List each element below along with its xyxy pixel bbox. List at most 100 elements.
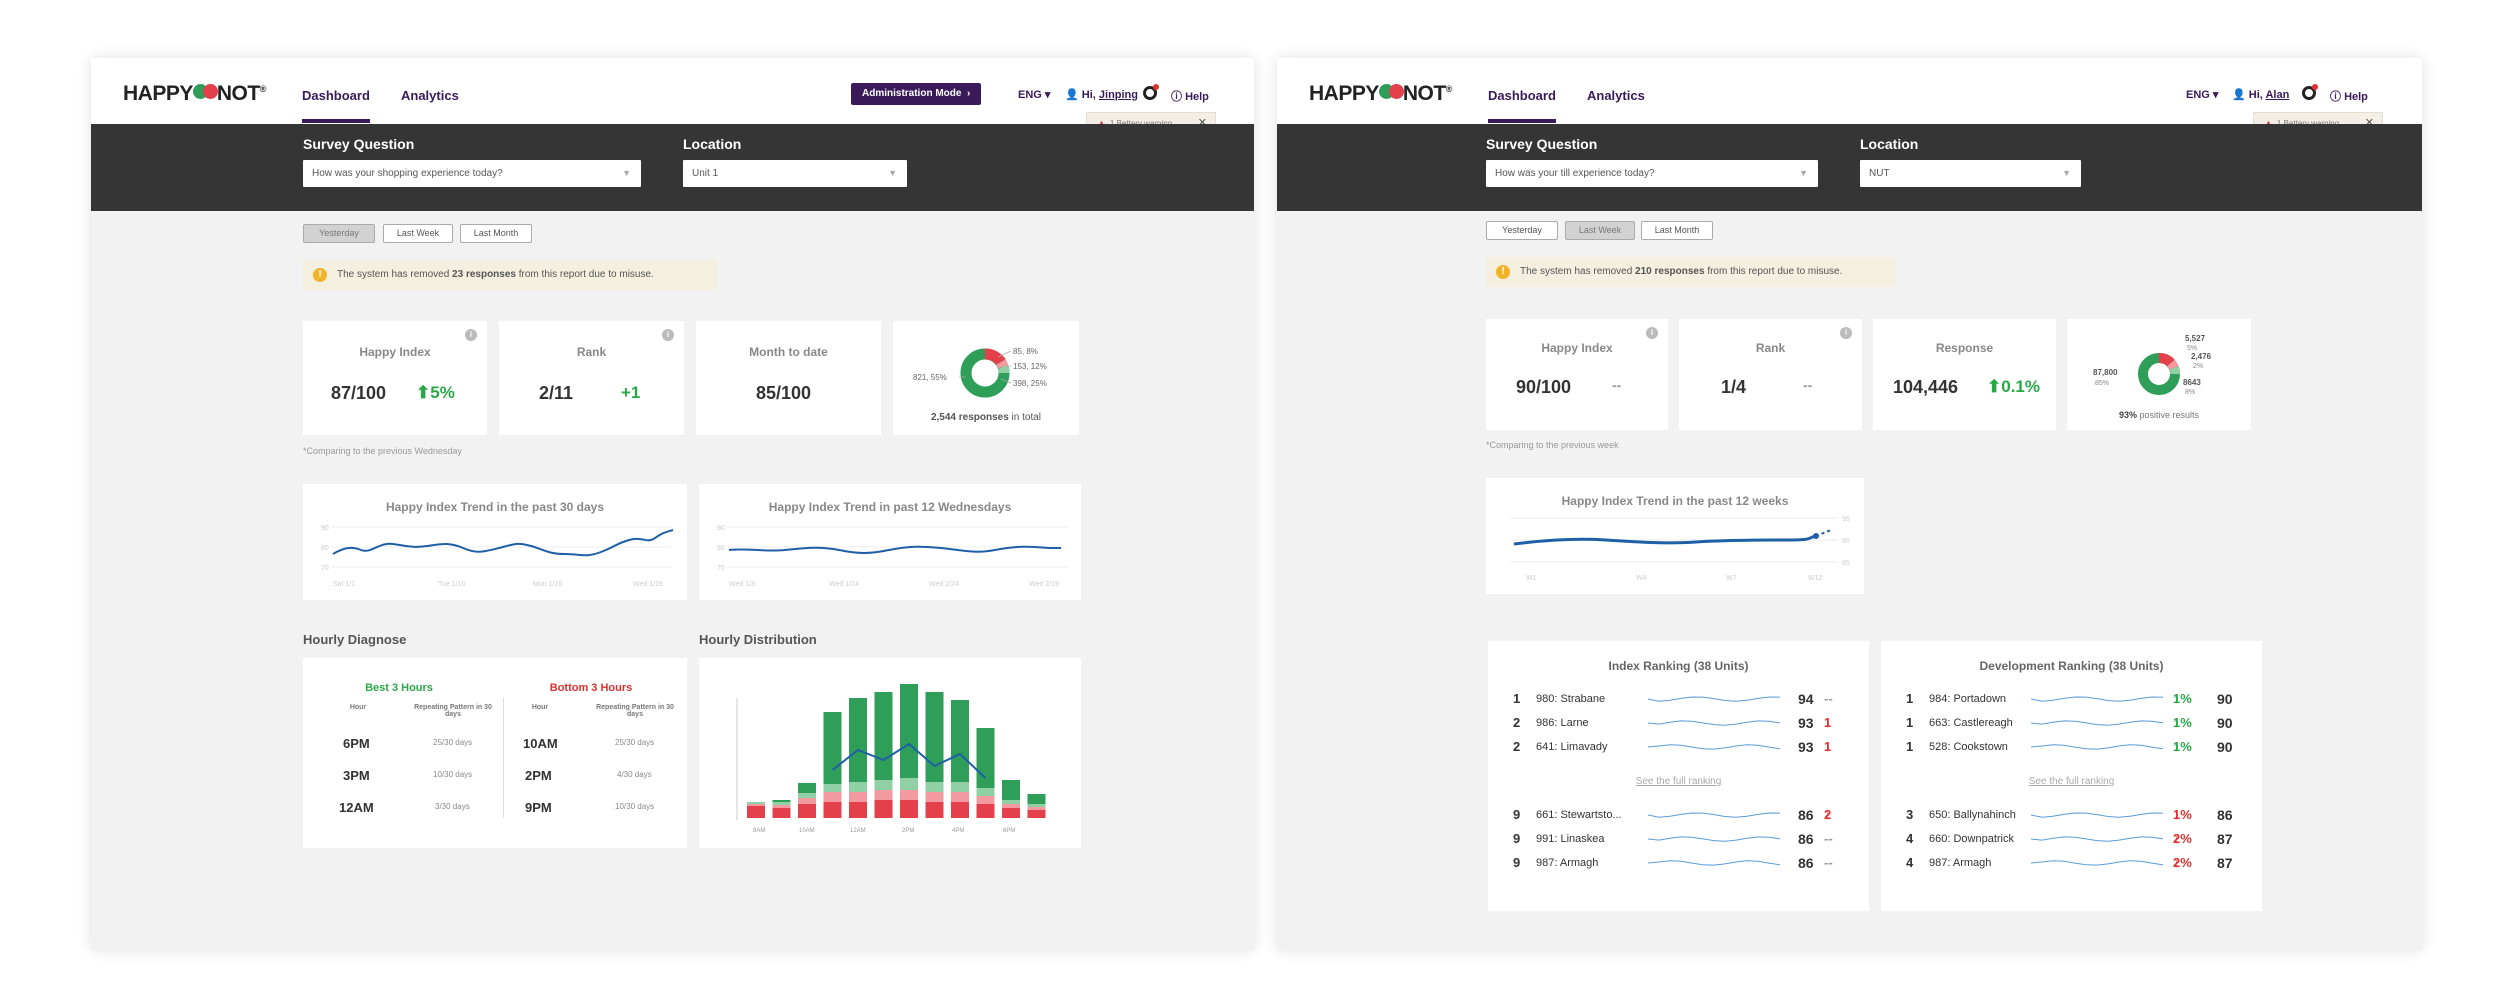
x-tick: 6PM [1003, 828, 1015, 834]
card-title: Rank [576, 345, 607, 359]
rank-position: 1 [1906, 715, 1914, 730]
period-yesterday[interactable]: Yesterday [303, 224, 375, 243]
sparkline-wrap [1647, 741, 1782, 756]
help-label: Help [1185, 91, 1209, 103]
help-icon: ⓘ [2330, 91, 2341, 103]
notice-count: 23 responses [452, 269, 516, 280]
period-last-week[interactable]: Last Week [383, 224, 453, 243]
ranking-row[interactable]: 2 641: Limavady 93 ↓ 1 [1488, 739, 1869, 761]
info-icon[interactable]: i [662, 329, 674, 341]
period-last-month[interactable]: Last Month [460, 224, 532, 243]
tab-dashboard[interactable]: Dashboard [1488, 88, 1556, 123]
bar-segment [951, 792, 969, 802]
happy-index-value: 87/100 [331, 383, 387, 403]
location-select[interactable]: Unit 1 ▼ [683, 160, 907, 187]
donut-label: 2,476 [2191, 352, 2212, 361]
chevron-down-icon: ▼ [2062, 168, 2071, 178]
see-full-ranking-link[interactable]: See the full ranking [1881, 776, 2262, 787]
donut-segment-slightly-negative [996, 359, 1009, 369]
survey-question-select[interactable]: How was your shopping experience today? ▼ [303, 160, 641, 187]
language-selector[interactable]: ENG ▾ [1018, 88, 1050, 101]
change-value: 5% [430, 383, 455, 402]
ranking-row[interactable]: 4 987: Armagh ↓ 2% 87 [1881, 855, 2262, 877]
help-link[interactable]: ⓘ Help [2330, 88, 2368, 104]
x-tick: Mon 1/16 [533, 581, 562, 588]
x-tick: 12AM [850, 828, 866, 834]
ranking-row[interactable]: 9 987: Armagh 86 -- [1488, 855, 1869, 877]
x-tick: Wed 1/19 [633, 581, 663, 588]
rank-change: -- [1824, 691, 1833, 706]
sparkline-wrap [2030, 693, 2165, 708]
bar-segment [874, 790, 893, 800]
bar-segment [925, 792, 944, 802]
info-icon[interactable]: i [1646, 327, 1658, 339]
administration-mode-button[interactable]: Administration Mode › [851, 83, 982, 105]
info-icon[interactable]: i [1840, 327, 1852, 339]
unit-name: 641: Limavady [1536, 741, 1608, 753]
donut-label: 8643 [2183, 378, 2201, 387]
sparkline-wrap [2030, 809, 2165, 824]
x-tick: Wed 2/19 [1029, 581, 1059, 588]
bar-segment [900, 800, 918, 818]
sparkline-wrap [1647, 717, 1782, 732]
sparkline [1647, 696, 1781, 702]
period-yesterday[interactable]: Yesterday [1486, 221, 1558, 240]
ranking-row[interactable]: 9 661: Stewartsto... 86 ↓ 2 [1488, 807, 1869, 829]
donut-label: 85% [2095, 380, 2109, 387]
unit-name: 984: Portadown [1929, 693, 2007, 705]
ranking-row[interactable]: 1 980: Strabane 94 -- [1488, 691, 1869, 713]
user-menu[interactable]: 👤 Hi, Alan [2232, 88, 2289, 101]
sparkline-wrap [1647, 809, 1782, 824]
tab-dashboard[interactable]: Dashboard [302, 88, 370, 123]
ranking-row[interactable]: 2 986: Larne 93 ↓ 1 [1488, 715, 1869, 737]
happy-or-not-logo[interactable]: HAPPY NOT® [123, 82, 266, 106]
user-menu[interactable]: 👤 Hi, Jinping [1065, 88, 1138, 101]
ranking-row[interactable]: 9 991: Linaskea 86 -- [1488, 831, 1869, 853]
tab-analytics[interactable]: Analytics [1587, 88, 1645, 103]
happy-index-card: Happy Index i 87/100 ⬆5% [303, 321, 487, 435]
pattern-value: 25/30 days [433, 738, 473, 747]
tab-analytics[interactable]: Analytics [401, 88, 459, 103]
info-icon[interactable]: i [465, 329, 477, 341]
notification-icon[interactable] [2302, 84, 2318, 100]
donut-label: 398, 25% [1013, 379, 1047, 388]
ranking-row[interactable]: 1 528: Cookstown ↑ 1% 90 [1881, 739, 2262, 761]
ranking-row[interactable]: 3 650: Ballynahinch ↓ 1% 86 [1881, 807, 2262, 829]
bar-segment [849, 698, 867, 782]
pattern-value: 25/30 days [615, 738, 655, 747]
sparkline-wrap [1647, 857, 1782, 872]
hourly-distribution-heading: Hourly Distribution [699, 632, 817, 647]
donut-label: 821, 55% [913, 373, 947, 382]
hour-value: 6PM [343, 736, 370, 751]
y-tick: 90 [1842, 538, 1850, 545]
pattern-value: 3/30 days [435, 802, 470, 811]
rank-change: -- [1803, 377, 1813, 393]
bar-segment [747, 802, 765, 804]
sparkline [1647, 720, 1781, 726]
location-value: NUT [1869, 168, 1890, 179]
bar-segment [925, 802, 944, 818]
bar-segment [849, 782, 867, 792]
survey-question-select[interactable]: How was your till experience today? ▼ [1486, 160, 1818, 187]
language-selector[interactable]: ENG ▾ [2186, 88, 2218, 101]
donut-segment-slightly-positive [2169, 366, 2180, 375]
notification-icon[interactable] [1143, 84, 1159, 100]
rank-position: 1 [1513, 691, 1521, 706]
ranking-row[interactable]: 1 984: Portadown ↑ 1% 90 [1881, 691, 2262, 713]
happy-index-change: -- [1612, 377, 1622, 393]
ranking-row[interactable]: 1 663: Castlereagh ↑ 1% 90 [1881, 715, 2262, 737]
location-select[interactable]: NUT ▼ [1860, 160, 2081, 187]
donut-segment-negative [984, 348, 1006, 366]
see-full-ranking-link[interactable]: See the full ranking [1488, 776, 1869, 787]
y-tick: 80 [717, 545, 725, 552]
chevron-down-icon: ▼ [622, 168, 631, 178]
misuse-notice: ! The system has removed 23 responses fro… [303, 260, 717, 290]
x-tick: 2PM [902, 828, 914, 834]
ranking-row[interactable]: 4 660: Downpatrick ↓ 2% 87 [1881, 831, 2262, 853]
help-link[interactable]: ⓘ Help [1171, 88, 1209, 104]
period-last-month[interactable]: Last Month [1641, 221, 1713, 240]
bar-segment [976, 804, 995, 818]
unit-score: 93 [1798, 739, 1814, 755]
period-last-week[interactable]: Last Week [1565, 221, 1635, 240]
happy-or-not-logo[interactable]: HAPPY NOT® [1309, 82, 1452, 106]
